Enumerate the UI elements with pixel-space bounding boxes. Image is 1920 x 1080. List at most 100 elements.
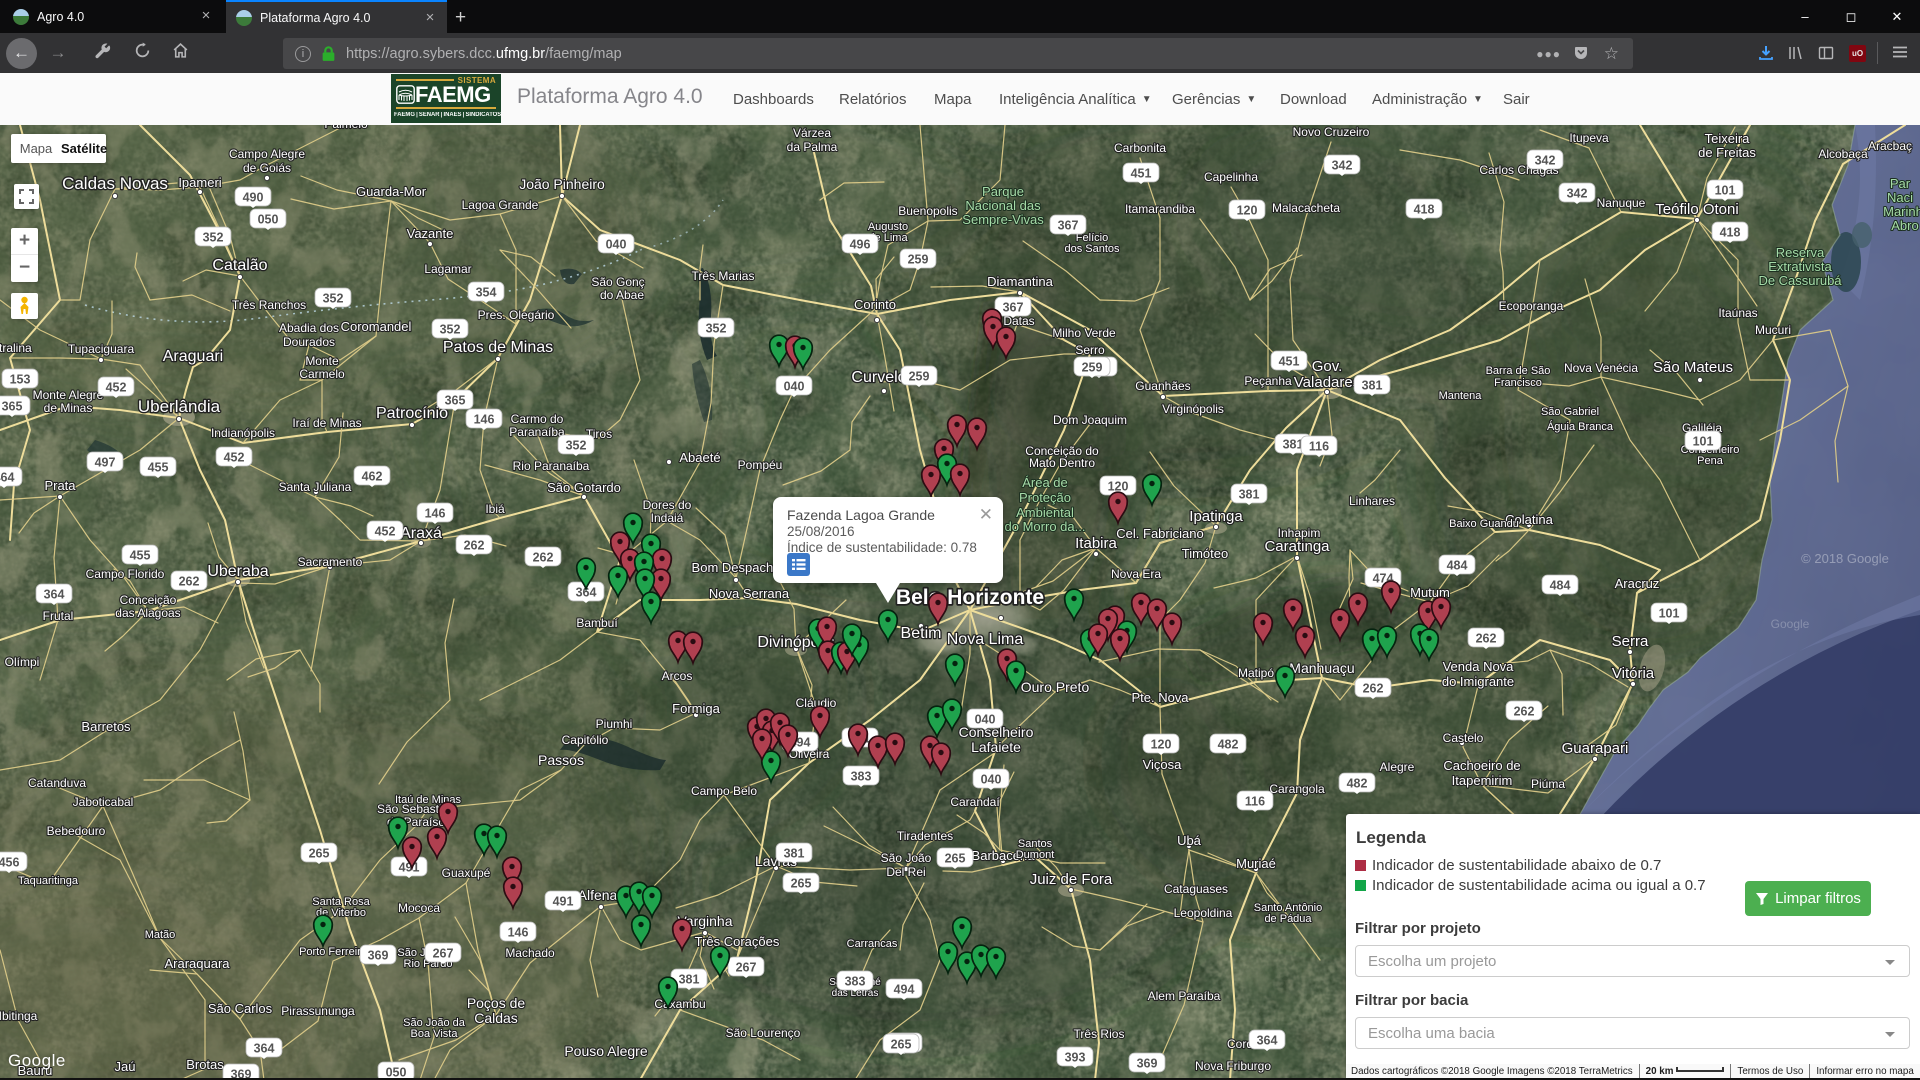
- svg-text:Ipameri: Ipameri: [178, 175, 221, 190]
- svg-text:381: 381: [679, 973, 700, 987]
- svg-text:Novo Cruzeiro: Novo Cruzeiro: [1293, 125, 1370, 139]
- svg-text:Cachoeiro de: Cachoeiro de: [1443, 758, 1520, 773]
- svg-text:496: 496: [850, 238, 871, 252]
- svg-text:Pouso Alegre: Pouso Alegre: [564, 1043, 647, 1059]
- svg-text:Dumont: Dumont: [1016, 849, 1055, 861]
- svg-text:Serra: Serra: [1612, 633, 1649, 650]
- svg-text:Pres. Olegário: Pres. Olegário: [478, 308, 555, 322]
- svg-text:Lagoa Grande: Lagoa Grande: [462, 198, 539, 212]
- svg-text:Barra de São: Barra de São: [1486, 365, 1551, 377]
- svg-text:Carrancas: Carrancas: [847, 938, 898, 950]
- svg-text:das Alagoas: das Alagoas: [115, 606, 180, 620]
- svg-text:Ibitinga: Ibitinga: [0, 1009, 38, 1023]
- svg-text:352: 352: [440, 323, 461, 337]
- svg-text:494: 494: [894, 983, 915, 997]
- svg-text:Dourados: Dourados: [283, 335, 335, 349]
- svg-text:Nova Lima: Nova Lima: [947, 631, 1024, 648]
- svg-text:Inhapim: Inhapim: [1278, 526, 1321, 540]
- svg-text:Del Rei: Del Rei: [886, 865, 925, 879]
- svg-text:Viçosa: Viçosa: [1143, 757, 1183, 772]
- svg-text:de Goiás: de Goiás: [243, 161, 291, 175]
- svg-text:Tiradentes: Tiradentes: [897, 829, 953, 843]
- svg-text:Curvelo: Curvelo: [851, 369, 906, 386]
- svg-text:484: 484: [1447, 559, 1468, 573]
- svg-text:Pena: Pena: [1697, 455, 1724, 467]
- svg-text:Itaúnas: Itaúnas: [1718, 306, 1757, 320]
- svg-text:146: 146: [474, 413, 495, 427]
- svg-text:Patos de Minas: Patos de Minas: [443, 339, 553, 356]
- svg-text:Mucuri: Mucuri: [1755, 323, 1791, 337]
- svg-text:262: 262: [1476, 632, 1497, 646]
- svg-text:Santa Juliana: Santa Juliana: [279, 480, 352, 494]
- svg-text:365: 365: [445, 394, 466, 408]
- svg-text:259: 259: [909, 370, 930, 384]
- svg-text:Nova Era: Nova Era: [1111, 567, 1161, 581]
- svg-text:Poços de: Poços de: [467, 995, 526, 1011]
- svg-text:259: 259: [1082, 361, 1103, 375]
- svg-text:Nanuque: Nanuque: [1597, 196, 1646, 210]
- svg-text:Milho Verde: Milho Verde: [1052, 326, 1116, 340]
- svg-text:367: 367: [1003, 301, 1024, 315]
- svg-text:Muriaé: Muriaé: [1236, 856, 1276, 871]
- svg-text:Bebedouro: Bebedouro: [47, 824, 106, 838]
- svg-text:367: 367: [1058, 219, 1079, 233]
- svg-text:490: 490: [243, 191, 264, 205]
- svg-text:Carmo do: Carmo do: [511, 412, 564, 426]
- svg-text:Mococa: Mococa: [398, 901, 440, 915]
- svg-text:Indianópolis: Indianópolis: [211, 426, 275, 440]
- svg-text:Caldas: Caldas: [474, 1010, 518, 1026]
- svg-text:Vitória: Vitória: [1612, 665, 1655, 682]
- svg-text:Monte Alegre: Monte Alegre: [33, 388, 104, 402]
- svg-text:Teófilo Otoni: Teófilo Otoni: [1655, 201, 1738, 218]
- svg-text:Itabira: Itabira: [1075, 535, 1117, 552]
- svg-text:Jaboticabal: Jaboticabal: [73, 795, 134, 809]
- svg-text:352: 352: [566, 439, 587, 453]
- svg-text:451: 451: [1131, 167, 1152, 181]
- svg-text:364: 364: [1257, 1034, 1278, 1048]
- svg-text:Timóteo: Timóteo: [1182, 546, 1228, 561]
- svg-text:381: 381: [784, 847, 805, 861]
- svg-text:Abadia dos: Abadia dos: [279, 321, 339, 335]
- svg-text:Catalão: Catalão: [212, 257, 267, 274]
- svg-text:265: 265: [309, 847, 330, 861]
- svg-text:Jaú: Jaú: [115, 1059, 136, 1074]
- svg-text:Castelo: Castelo: [1443, 731, 1484, 745]
- svg-text:Cel. Fabriciano: Cel. Fabriciano: [1116, 526, 1203, 541]
- svg-text:Naci: Naci: [1887, 190, 1913, 205]
- svg-text:Matão: Matão: [145, 929, 176, 941]
- svg-text:Cataguases: Cataguases: [1164, 882, 1228, 896]
- svg-text:365: 365: [2, 400, 23, 414]
- svg-text:146: 146: [508, 926, 529, 940]
- svg-text:369: 369: [1137, 1057, 1158, 1071]
- svg-text:Frutal: Frutal: [43, 609, 74, 623]
- svg-text:ntralina: ntralina: [0, 341, 32, 355]
- svg-text:Gov.: Gov.: [1312, 358, 1343, 375]
- svg-text:Araxá: Araxá: [400, 525, 442, 542]
- svg-text:Barretos: Barretos: [81, 719, 131, 734]
- svg-text:São Mateus: São Mateus: [1653, 359, 1733, 376]
- svg-text:Paranaíba: Paranaíba: [509, 425, 565, 439]
- svg-text:352: 352: [706, 322, 727, 336]
- svg-text:Caratinga: Caratinga: [1264, 538, 1330, 555]
- svg-text:de Freitas: de Freitas: [1698, 145, 1756, 160]
- svg-text:Par: Par: [1890, 176, 1911, 191]
- svg-text:De Cassurubá: De Cassurubá: [1758, 273, 1842, 288]
- svg-text:Araraquara: Araraquara: [164, 956, 230, 971]
- svg-text:101: 101: [1693, 435, 1714, 449]
- svg-text:Carbonita: Carbonita: [1114, 141, 1166, 155]
- svg-text:Olímpi: Olímpi: [5, 655, 40, 669]
- svg-text:Bom Despacho: Bom Despacho: [692, 560, 781, 575]
- svg-text:381: 381: [1239, 488, 1260, 502]
- svg-text:São Carlos: São Carlos: [208, 1001, 273, 1016]
- svg-text:Nova Serrana: Nova Serrana: [709, 586, 790, 601]
- svg-text:Vazante: Vazante: [407, 226, 454, 241]
- svg-text:Coromandel: Coromandel: [341, 319, 412, 334]
- svg-text:Campo Alegre: Campo Alegre: [229, 147, 305, 161]
- svg-text:262: 262: [179, 575, 200, 589]
- svg-text:Águia Branca: Águia Branca: [1547, 420, 1614, 433]
- svg-text:Serro: Serro: [1075, 343, 1105, 357]
- svg-text:383: 383: [851, 770, 872, 784]
- svg-text:Ubá: Ubá: [1177, 833, 1202, 848]
- svg-text:040: 040: [784, 380, 805, 394]
- svg-text:Peçanha: Peçanha: [1244, 374, 1292, 388]
